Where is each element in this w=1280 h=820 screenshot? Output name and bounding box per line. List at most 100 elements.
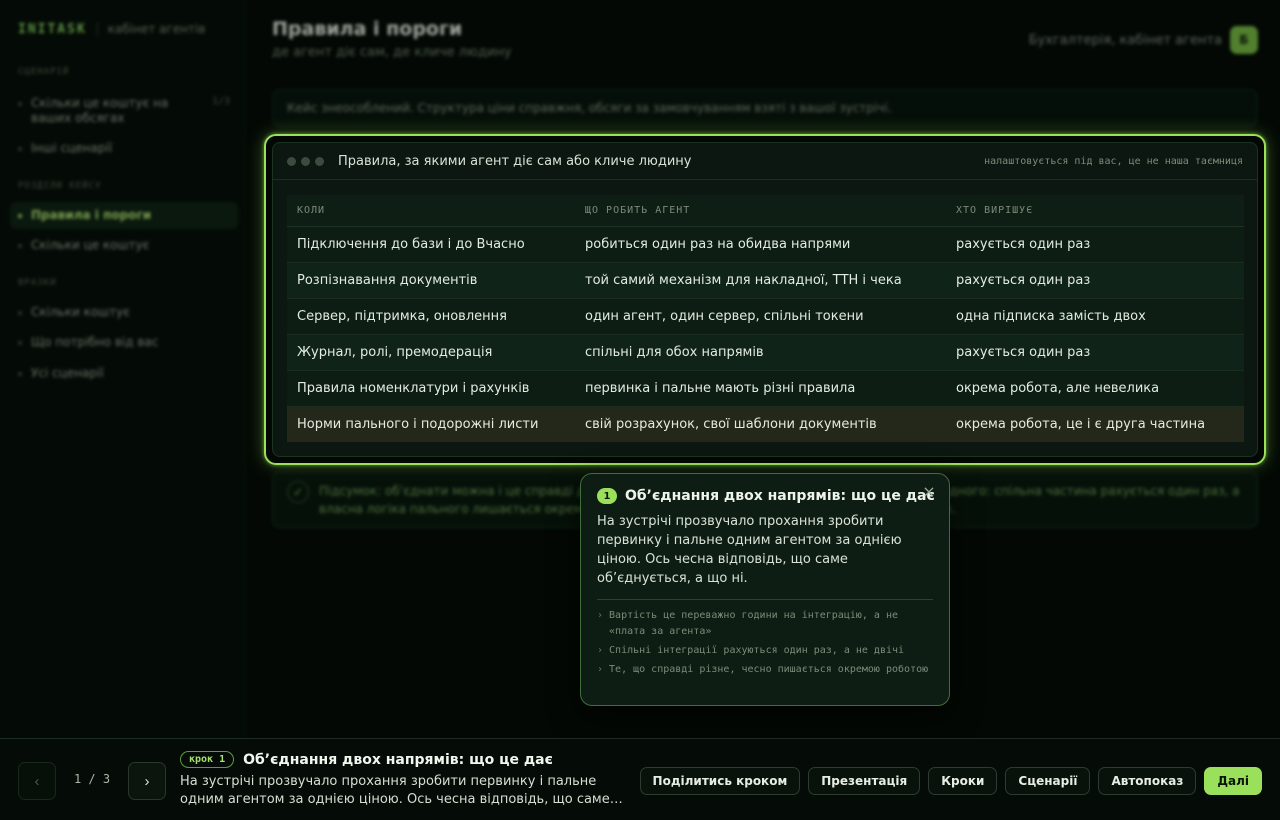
- table-cell: один агент, один сервер, спільні токени: [575, 298, 946, 335]
- table-row: Сервер, підтримка, оновлення один агент,…: [287, 298, 1244, 335]
- column-header-action: ЩО РОБИТЬ АГЕНТ: [575, 195, 946, 227]
- autoplay-button[interactable]: Автопоказ: [1098, 767, 1197, 795]
- panel-meta: налаштовується під вас, це не наша таємн…: [984, 155, 1243, 167]
- sidebar-item-label: Скільки це коштує на ваших обсягах: [31, 96, 169, 125]
- column-header-decider: ХТО ВИРІШУЄ: [946, 195, 1244, 227]
- bullet-icon: [18, 244, 22, 248]
- app-root: INITASK кабінет агентів СЦЕНАРІЙ Скільки…: [0, 0, 1280, 820]
- sidebar-item-cost[interactable]: Скільки це коштує: [10, 232, 238, 259]
- step-number-badge: 1: [597, 488, 617, 504]
- next-button[interactable]: Далі: [1204, 767, 1262, 795]
- table-cell: Сервер, підтримка, оновлення: [287, 298, 575, 335]
- list-item: › Те, що справді різне, чесно пишається о…: [597, 662, 933, 678]
- table-cell: Правила номенклатури і рахунків: [287, 370, 575, 407]
- sidebar-item-other-scenarios[interactable]: Інші сценарії: [10, 135, 238, 162]
- step-chip: крок 1: [180, 751, 235, 768]
- table-cell: Норми пального і подорожні листи: [287, 406, 575, 442]
- table-cell: рахується один раз: [946, 226, 1244, 263]
- share-step-button[interactable]: Поділитись кроком: [639, 767, 801, 795]
- bullet-icon: [18, 341, 22, 345]
- popover-points: › Вартість це переважно години на інтегра…: [597, 608, 933, 678]
- chevron-right-icon: ›: [597, 664, 604, 675]
- account-area[interactable]: Бухгалтерія, кабінет агента Б: [1029, 26, 1258, 54]
- popover-body: На зустрічі прозвучало прохання зробити …: [597, 514, 902, 586]
- page-subtitle: де агент діє сам, де кличе людину: [272, 45, 512, 60]
- list-item: › Спільні інтеграції рахуються один раз, …: [597, 643, 933, 659]
- page-title: Правила і пороги: [272, 18, 463, 40]
- brand-subtitle: кабінет агентів: [107, 22, 206, 36]
- account-label: Бухгалтерія, кабінет агента: [1028, 32, 1222, 48]
- tour-actions: Поділитись кроком Презентація Кроки Сцен…: [632, 767, 1262, 795]
- sidebar-item-count: 1/3: [211, 96, 230, 107]
- presentation-button[interactable]: Презентація: [808, 767, 921, 795]
- brand-logo: INITASK: [18, 21, 87, 37]
- point-text: Те, що справді різне, чесно пишається ок…: [609, 664, 929, 675]
- table-cell: спільні для обох напрямів: [575, 334, 946, 371]
- table-row: Журнал, ролі, премодерація спільні для о…: [287, 334, 1244, 371]
- rules-panel: Правила, за якими агент діє сам або клич…: [272, 142, 1258, 457]
- step-title: Об’єднання двох напрямів: що це дає: [243, 751, 553, 768]
- table-row-highlighted: Норми пального і подорожні листи свій ро…: [287, 406, 1244, 442]
- tour-bar: ‹ 1 / 3 › крок 1 Об’єднання двох напрямі…: [0, 738, 1280, 820]
- point-text: Спільні інтеграції рахуються один раз, а…: [609, 645, 905, 656]
- sidebar-item-label: Інші сценарії: [31, 141, 113, 155]
- sidebar-item-requirements[interactable]: Що потрібно від вас: [10, 329, 238, 356]
- brand-divider: [96, 22, 98, 36]
- chevron-right-icon: ›: [597, 645, 604, 656]
- close-icon[interactable]: ×: [919, 482, 939, 502]
- sidebar: INITASK кабінет агентів СЦЕНАРІЙ Скільки…: [0, 0, 246, 738]
- table-row: Правила номенклатури і рахунків первинка…: [287, 370, 1244, 407]
- steps-button[interactable]: Кроки: [928, 767, 998, 795]
- table-row: Підключення до бази і до Вчасно робиться…: [287, 226, 1244, 263]
- prev-step-button[interactable]: ‹: [18, 762, 56, 800]
- brand[interactable]: INITASK кабінет агентів: [18, 20, 205, 38]
- table-cell: окрема робота, але невелика: [946, 370, 1244, 407]
- step-description: На зустрічі прозвучало прохання зробити …: [180, 774, 623, 807]
- sidebar-item-all-scenarios[interactable]: Усі сценарії: [10, 360, 238, 387]
- sidebar-section-docs: ВРАЗКИ: [18, 278, 57, 288]
- sidebar-item-scenario-cost[interactable]: Скільки це коштує на ваших обсягах 1/3: [10, 90, 238, 132]
- column-header-when: КОЛИ: [287, 195, 575, 227]
- sidebar-item-label: Усі сценарії: [31, 366, 104, 380]
- table-cell: рахується один раз: [946, 334, 1244, 371]
- panel-titlebar: Правила, за якими агент діє сам або клич…: [273, 143, 1257, 180]
- table-row: Розпізнавання документів той самий механ…: [287, 262, 1244, 299]
- chevron-right-icon: ›: [597, 610, 604, 621]
- popover-header: 1 Об’єднання двох напрямів: що це дає: [597, 488, 935, 504]
- rules-table: КОЛИ ЩО РОБИТЬ АГЕНТ ХТО ВИРІШУЄ Підключ…: [287, 195, 1244, 442]
- point-text: Вартість це переважно години на інтеграц…: [609, 610, 899, 637]
- step-info: крок 1 Об’єднання двох напрямів: що це д…: [180, 751, 630, 809]
- sidebar-item-label: Скільки це коштує: [31, 238, 150, 252]
- table-header-row: КОЛИ ЩО РОБИТЬ АГЕНТ ХТО ВИРІШУЄ: [287, 195, 1244, 227]
- table-cell: той самий механізм для накладної, ТТН і …: [575, 262, 946, 299]
- panel-title: Правила, за якими агент діє сам або клич…: [338, 153, 692, 169]
- check-icon: ✓: [287, 481, 309, 503]
- anonymized-notice: Кейс знеособлений. Структура ціни справж…: [272, 89, 1258, 127]
- sidebar-item-how-much[interactable]: Скільки коштує: [10, 299, 238, 326]
- popover-divider: [597, 599, 933, 600]
- next-step-arrow-button[interactable]: ›: [128, 762, 166, 800]
- bullet-icon: [18, 102, 22, 106]
- sidebar-item-rules[interactable]: Правила і пороги: [10, 202, 238, 229]
- list-item: › Вартість це переважно години на інтегра…: [597, 608, 933, 640]
- table-cell: первинка і пальне мають різні правила: [575, 370, 946, 407]
- sidebar-item-label: Правила і пороги: [31, 208, 152, 222]
- bullet-icon: [18, 214, 22, 218]
- avatar[interactable]: Б: [1230, 26, 1258, 54]
- table-cell: рахується один раз: [946, 262, 1244, 299]
- table-cell: свій розрахунок, свої шаблони документів: [575, 406, 946, 442]
- table-cell: Розпізнавання документів: [287, 262, 575, 299]
- tour-popover: 1 Об’єднання двох напрямів: що це дає × …: [580, 473, 950, 706]
- popover-title: Об’єднання двох напрямів: що це дає: [625, 488, 935, 504]
- scenarios-button[interactable]: Сценарії: [1005, 767, 1091, 795]
- step-counter: 1 / 3: [73, 772, 111, 786]
- table-cell: робиться один раз на обидва напрями: [575, 226, 946, 263]
- bullet-icon: [18, 147, 22, 151]
- table-cell: Підключення до бази і до Вчасно: [287, 226, 575, 263]
- window-dots-icon: [287, 156, 329, 166]
- bullet-icon: [18, 372, 22, 376]
- table-cell: окрема робота, це і є друга частина: [946, 406, 1244, 442]
- sidebar-section-case: РОЗДІЛИ КЕЙСУ: [18, 181, 102, 191]
- bullet-icon: [18, 311, 22, 315]
- table-cell: одна підписка замість двох: [946, 298, 1244, 335]
